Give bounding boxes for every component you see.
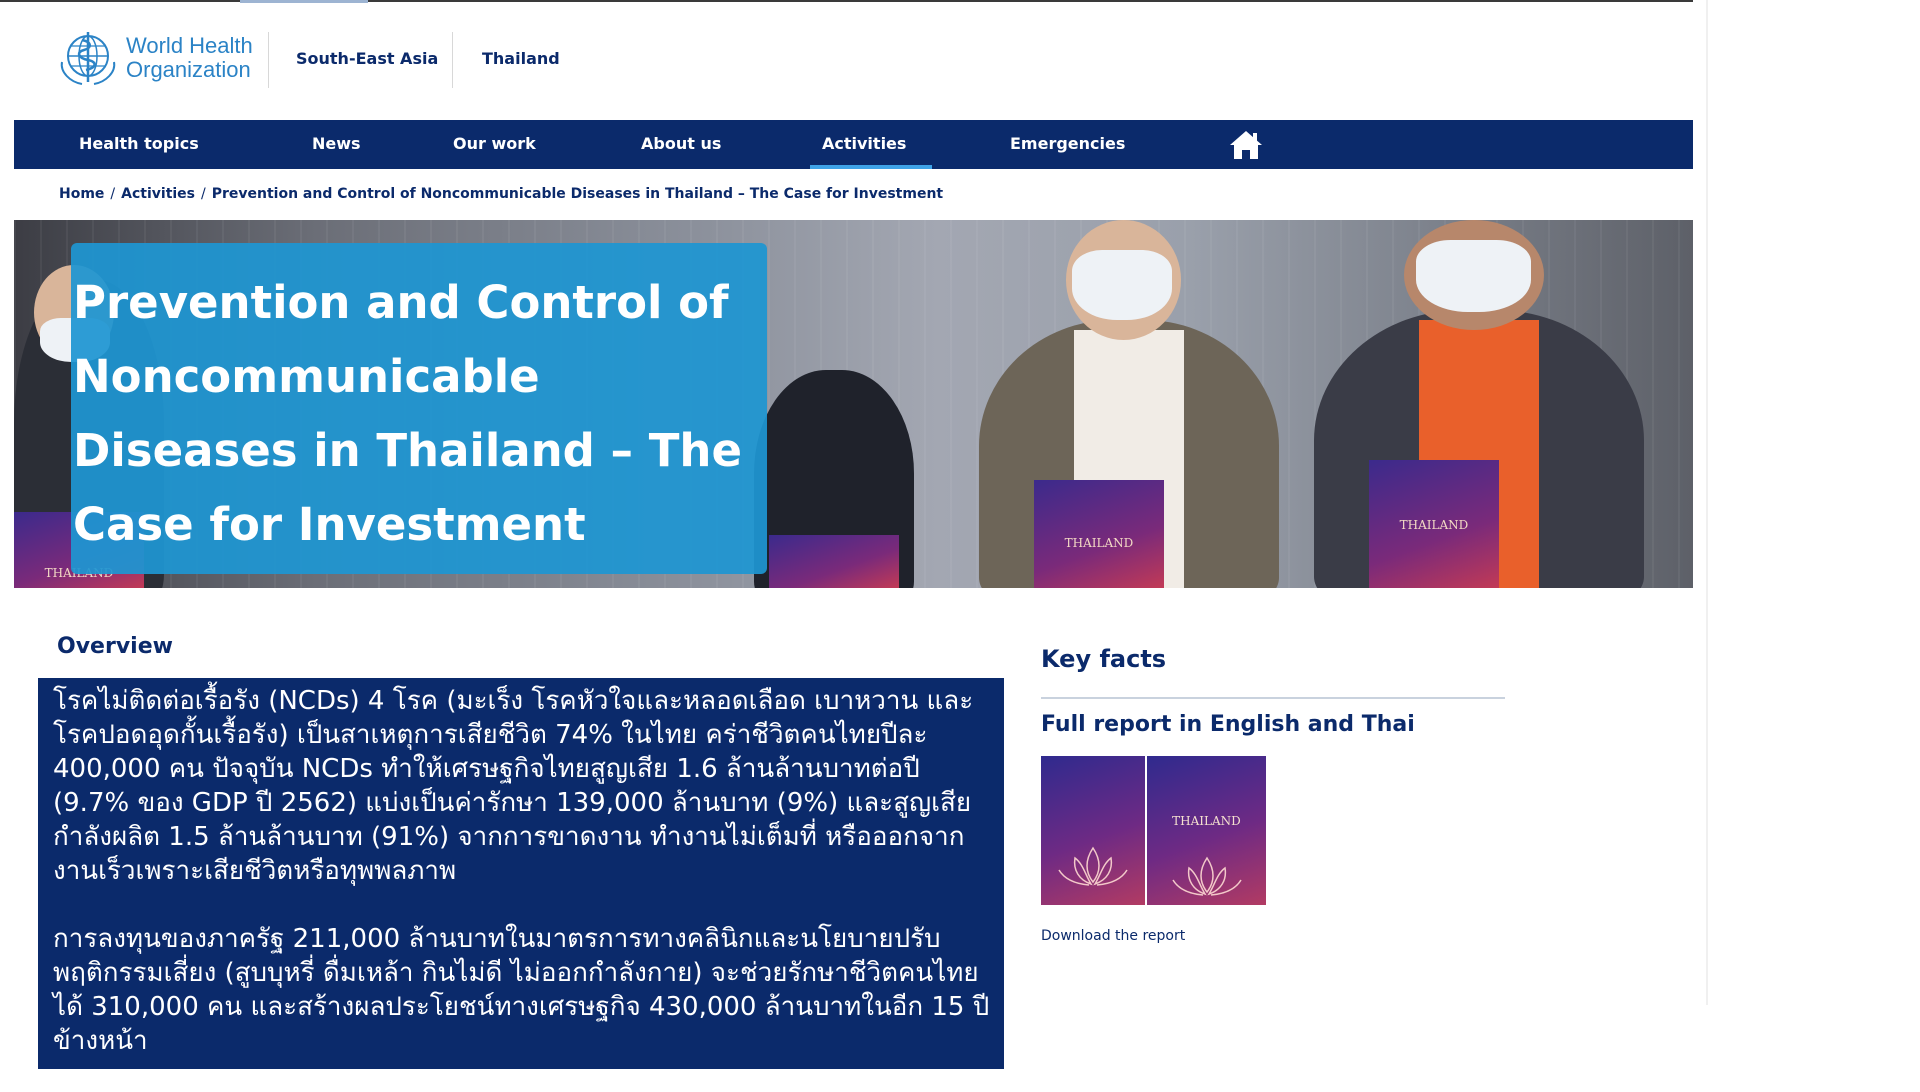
region-link[interactable]: South-East Asia: [296, 49, 438, 68]
nav-item-about-us[interactable]: About us: [641, 134, 721, 153]
overview-heading: Overview: [57, 634, 173, 659]
header-divider: [452, 32, 453, 88]
breadcrumb-current: Prevention and Control of Noncommunicabl…: [211, 186, 944, 202]
report-heading: Full report in English and Thai: [1041, 712, 1415, 737]
key-facts-divider: [1041, 697, 1505, 699]
who-logo[interactable]: World Health Organization: [56, 28, 253, 88]
hero-title: Prevention and Control of Noncommunicabl…: [73, 276, 742, 551]
logo-text-line2: Organization: [126, 57, 251, 82]
home-icon[interactable]: [1228, 128, 1264, 162]
nav-item-our-work[interactable]: Our work: [453, 134, 536, 153]
hero-person-mask: [1072, 250, 1172, 320]
report-cover-thai[interactable]: [1041, 756, 1145, 905]
breadcrumb-home[interactable]: Home: [59, 186, 104, 202]
overview-paragraph: โรคไม่ติดต่อเรื้อรัง (NCDs) 4 โรค (มะเร็…: [53, 686, 974, 886]
download-report-link[interactable]: Download the report: [1041, 928, 1185, 944]
nav-item-health-topics[interactable]: Health topics: [79, 134, 199, 153]
logo-text: World Health Organization: [126, 34, 253, 82]
report-cover-english[interactable]: THAILAND: [1147, 756, 1266, 905]
nav-item-emergencies[interactable]: Emergencies: [1010, 134, 1125, 153]
nav-active-indicator: [810, 165, 932, 169]
overview-text: โรคไม่ติดต่อเรื้อรัง (NCDs) 4 โรค (มะเร็…: [53, 684, 993, 1092]
nav-item-news[interactable]: News: [312, 134, 361, 153]
overview-paragraph: การลงทุนของภาครัฐ 211,000 ล้านบาทในมาตรก…: [53, 924, 990, 1056]
hero-book: THAILAND: [1369, 460, 1499, 588]
main-nav: Health topics News Our work About us Act…: [14, 120, 1693, 169]
site-header: World Health Organization South-East Asi…: [0, 2, 1693, 120]
breadcrumb: Home / Activities / Prevention and Control o…: [59, 186, 943, 202]
hero-book-title: THAILAND: [1064, 536, 1134, 550]
page-edge-shadow: [1706, 0, 1708, 1005]
report-cover-title: THAILAND: [1172, 814, 1241, 828]
breadcrumb-separator: /: [110, 186, 116, 202]
logo-text-line1: World Health: [126, 33, 253, 58]
breadcrumb-activities[interactable]: Activities: [121, 186, 195, 202]
hero-book: [769, 535, 899, 588]
breadcrumb-separator: /: [201, 186, 206, 202]
who-emblem-icon: [60, 32, 116, 85]
hero-book: THAILAND: [1034, 480, 1164, 588]
lotus-icon: [1058, 846, 1128, 886]
country-link[interactable]: Thailand: [482, 49, 560, 68]
header-divider: [268, 32, 269, 88]
hero-person-mask: [1416, 240, 1531, 312]
hero-book-title: THAILAND: [1399, 518, 1469, 532]
nav-item-activities[interactable]: Activities: [822, 134, 906, 153]
key-facts-heading: Key facts: [1041, 645, 1167, 673]
page: World Health Organization South-East Asi…: [0, 0, 1693, 1080]
lotus-icon: [1172, 856, 1242, 896]
